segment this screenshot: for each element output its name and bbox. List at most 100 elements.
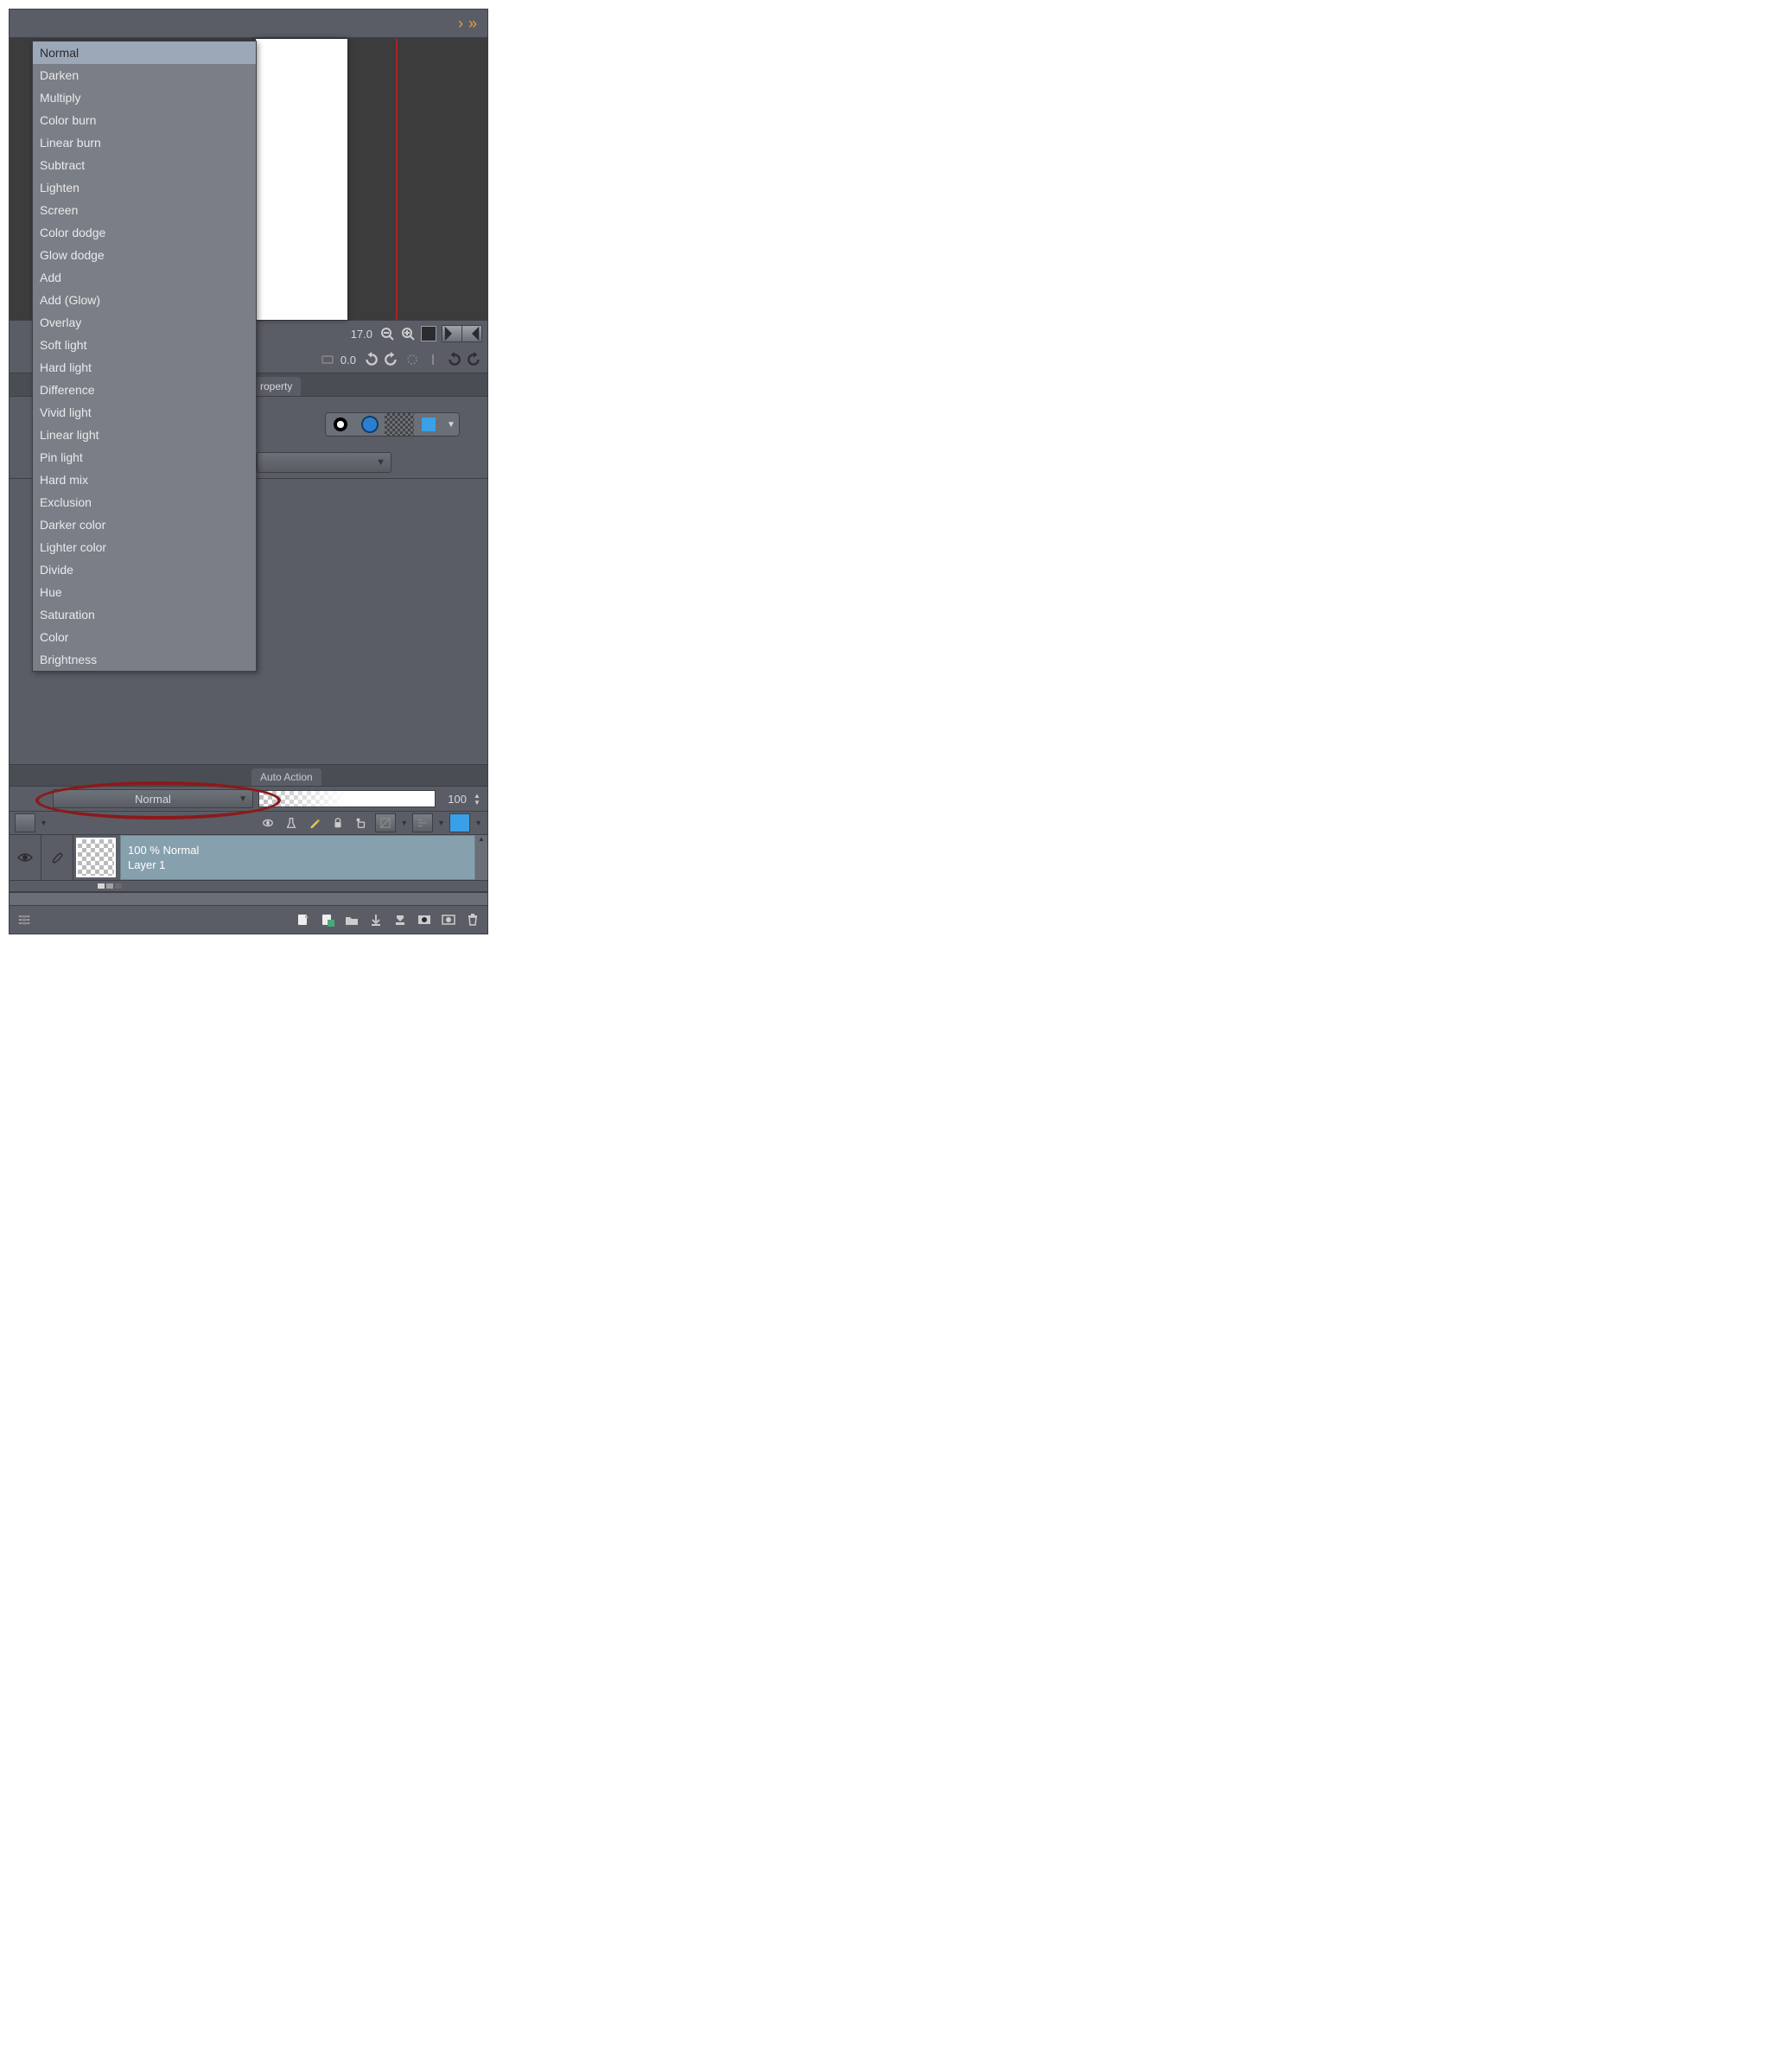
blend-mode-option[interactable]: Vivid light (33, 401, 256, 424)
new-vector-layer-icon[interactable] (318, 911, 337, 928)
angle-value: 0.0 (340, 354, 356, 367)
blend-mode-option[interactable]: Normal (33, 41, 256, 64)
chevron-right-icon[interactable]: › (458, 15, 463, 33)
something-icon[interactable] (320, 352, 335, 367)
blend-mode-option[interactable]: Color (33, 626, 256, 648)
scroll-up-icon: ▲ (478, 835, 485, 843)
palette-cell[interactable] (98, 883, 105, 889)
blend-opacity-row: Normal ▼ 100 ▲ ▼ (10, 787, 487, 812)
blend-mode-option[interactable]: Difference (33, 379, 256, 401)
blend-mode-option[interactable]: Multiply (33, 86, 256, 109)
effect-swatches: ▼ (325, 412, 460, 437)
layer-ops-toolbar: ▼ ▼ ▼ ▼ (10, 812, 487, 835)
chevron-double-right-icon[interactable]: » (468, 15, 477, 33)
draft-layer-icon[interactable] (305, 814, 324, 832)
border-color-button[interactable] (355, 413, 385, 436)
tab-property[interactable]: roperty (251, 377, 301, 396)
rotate-right2-icon[interactable] (467, 352, 482, 367)
visibility-toggle[interactable] (10, 835, 41, 880)
zoom-out-icon[interactable] (379, 326, 395, 341)
rotate-right-icon[interactable] (384, 352, 399, 367)
chevron-down-icon: ▼ (400, 819, 408, 827)
new-raster-layer-icon[interactable] (294, 911, 313, 928)
blend-mode-option[interactable]: Hue (33, 581, 256, 603)
blend-mode-option[interactable]: Screen (33, 199, 256, 221)
rotate-left2-icon[interactable] (446, 352, 461, 367)
canvas-page (256, 39, 347, 320)
blend-mode-option[interactable]: Add (Glow) (33, 289, 256, 311)
layer-name: Layer 1 (128, 858, 468, 871)
blend-mode-option[interactable]: Linear burn (33, 131, 256, 154)
blend-mode-option[interactable]: Color dodge (33, 221, 256, 244)
blend-mode-option[interactable]: Darker color (33, 513, 256, 536)
palette-cell[interactable] (115, 883, 122, 889)
lock-transparent-icon[interactable] (352, 814, 371, 832)
blend-mode-option[interactable]: Divide (33, 558, 256, 581)
zoom-in-icon[interactable] (400, 326, 416, 341)
chevron-down-icon: ▼ (474, 819, 482, 827)
panel-header: › » (10, 10, 487, 38)
blend-mode-option[interactable]: Subtract (33, 154, 256, 176)
opacity-fill (259, 791, 435, 806)
blend-mode-option[interactable]: Glow dodge (33, 244, 256, 266)
delete-layer-icon[interactable] (463, 911, 482, 928)
layer-footer-toolbar (10, 906, 487, 934)
blend-mode-option[interactable]: Brightness (33, 648, 256, 671)
spinner-down-icon[interactable]: ▼ (472, 799, 482, 806)
blend-mode-option[interactable]: Hard mix (33, 469, 256, 491)
edit-target-toggle[interactable] (41, 835, 73, 880)
layer-hscroll[interactable] (10, 892, 487, 906)
merge-down-icon[interactable] (391, 911, 410, 928)
blend-mode-option[interactable]: Darken (33, 64, 256, 86)
blend-mode-option[interactable]: Lighten (33, 176, 256, 199)
blend-mode-option[interactable]: Add (33, 266, 256, 289)
opacity-slider[interactable] (258, 790, 436, 807)
blend-mode-option[interactable]: Overlay (33, 311, 256, 334)
reference-layer-icon[interactable] (282, 814, 301, 832)
layer-colorize-button[interactable] (449, 813, 470, 832)
chevron-down-icon: ▼ (239, 794, 247, 804)
rotate-left-icon[interactable] (363, 352, 379, 367)
transfer-down-icon[interactable] (366, 911, 385, 928)
reset-rotation-icon[interactable] (404, 352, 420, 367)
apply-mask-icon[interactable] (439, 911, 458, 928)
layer-vscroll[interactable]: ▲ (475, 835, 487, 880)
blend-mode-option[interactable]: Color burn (33, 109, 256, 131)
tab-auto-action[interactable]: Auto Action (251, 768, 321, 786)
layer-color-button[interactable] (414, 413, 443, 436)
lower-tab-bar: Auto Action (10, 765, 487, 787)
ruler-enable-button[interactable] (412, 813, 433, 832)
border-effect-button[interactable] (326, 413, 355, 436)
blend-mode-selected-label: Normal (135, 793, 171, 806)
blend-mode-option[interactable]: Lighter color (33, 536, 256, 558)
opacity-spinner[interactable]: ▲ ▼ (472, 792, 482, 806)
blend-mode-option[interactable]: Soft light (33, 334, 256, 356)
swatch-dropdown-icon[interactable]: ▼ (443, 413, 459, 436)
marker-icon[interactable] (425, 352, 441, 367)
layer-body[interactable]: 100 % Normal Layer 1 (120, 835, 475, 880)
flip-vertical-button[interactable] (462, 326, 481, 341)
mask-enable-button[interactable] (375, 813, 396, 832)
zoom-value: 17.0 (351, 328, 372, 341)
new-folder-icon[interactable] (342, 911, 361, 928)
fit-screen-icon[interactable] (421, 326, 436, 341)
tone-effect-button[interactable] (385, 413, 414, 436)
blend-mode-option[interactable]: Hard light (33, 356, 256, 379)
blend-mode-option[interactable]: Exclusion (33, 491, 256, 513)
blend-mode-dropdown[interactable]: NormalDarkenMultiplyColor burnLinear bur… (32, 41, 257, 672)
chevron-down-icon: ▼ (376, 457, 385, 468)
palette-cell[interactable] (106, 883, 113, 889)
layer-row[interactable]: 100 % Normal Layer 1 ▲ (10, 835, 487, 880)
show-all-layers-icon[interactable] (15, 911, 34, 928)
clip-mask-icon[interactable] (258, 814, 277, 832)
flip-horizontal-button[interactable] (442, 326, 462, 341)
blend-mode-option[interactable]: Linear light (33, 424, 256, 446)
lock-icon[interactable] (328, 814, 347, 832)
blend-mode-combo[interactable]: Normal ▼ (53, 789, 253, 808)
layer-thumbnail[interactable] (73, 835, 120, 880)
layer-color-cell-button[interactable] (15, 813, 35, 832)
create-mask-icon[interactable] (415, 911, 434, 928)
expression-color-combo[interactable]: ▼ (257, 452, 391, 473)
blend-mode-option[interactable]: Saturation (33, 603, 256, 626)
blend-mode-option[interactable]: Pin light (33, 446, 256, 469)
